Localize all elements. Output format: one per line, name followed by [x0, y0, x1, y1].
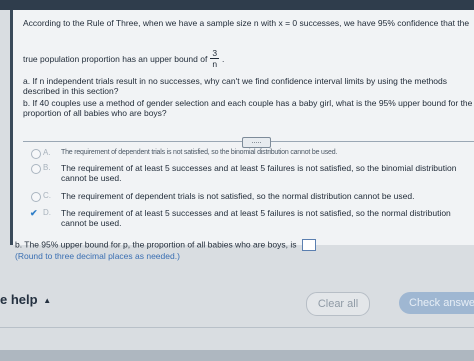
check-answer-button[interactable]: Check answer — [399, 292, 474, 314]
option-letter: D. — [43, 208, 51, 217]
part-a-question: a. If n independent trials result in no … — [23, 76, 448, 96]
answer-prompt: b. The 95% upper bound for p, the propor… — [15, 239, 297, 250]
bottom-band — [0, 350, 474, 361]
bottom-divider — [0, 327, 474, 328]
question-intro: According to the Rule of Three, when we … — [23, 18, 470, 28]
rounding-note: (Round to three decimal places as needed… — [15, 251, 180, 261]
help-menu[interactable]: e help ▲ — [0, 292, 51, 307]
radio-b[interactable] — [31, 164, 41, 174]
option-text: The requirement of dependent trials is n… — [61, 191, 415, 201]
question-panel: According to the Rule of Three, when we … — [10, 10, 474, 245]
part-b-question: b. If 40 couples use a method of gender … — [23, 98, 473, 118]
fraction-denominator: n — [212, 59, 218, 69]
fraction-numerator: 3 — [210, 48, 220, 59]
checkmark-icon: ✔ — [30, 208, 38, 218]
option-text: The requirement of at least 5 successes … — [61, 163, 457, 183]
option-letter: C. — [43, 191, 51, 200]
top-bar — [0, 0, 474, 10]
answer-prompt-row: b. The 95% upper bound for p, the propor… — [15, 239, 316, 251]
expand-button[interactable]: ..... — [242, 137, 271, 148]
option-letter: A. — [43, 148, 51, 157]
option-text: The requirement of dependent trials is n… — [61, 149, 338, 156]
fraction: 3 n — [210, 48, 220, 69]
answer-input[interactable] — [301, 239, 316, 251]
option-text: The requirement of at least 5 successes … — [61, 208, 451, 228]
radio-c[interactable] — [31, 192, 41, 202]
caret-up-icon: ▲ — [43, 296, 52, 306]
radio-a[interactable] — [31, 149, 41, 159]
help-label: e help — [0, 292, 38, 307]
intro-text: true population proportion has an upper … — [23, 53, 208, 64]
intro-end: . — [222, 53, 225, 64]
question-intro-line2: true population proportion has an upper … — [23, 48, 224, 69]
clear-all-button[interactable]: Clear all — [306, 292, 370, 316]
option-letter: B. — [43, 163, 51, 172]
part-b-answer: b. The 95% upper bound for p, the propor… — [15, 239, 316, 262]
